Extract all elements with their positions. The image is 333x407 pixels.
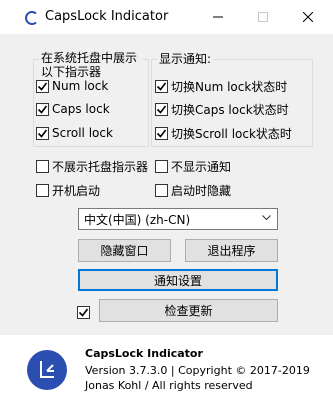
hide-on-start-label: 启动时隐藏 <box>171 183 232 198</box>
num-lock-checkbox[interactable]: Num lock <box>36 77 108 95</box>
minimize-button[interactable] <box>195 0 241 34</box>
exit-program-button[interactable]: 退出程序 <box>185 239 278 262</box>
notify-num-lock-label: 切换Num lock状态时 <box>171 79 288 94</box>
notify-scroll-lock-label: 切换Scroll lock状态时 <box>171 126 292 141</box>
app-logo <box>27 350 67 390</box>
notify-scroll-lock-checkbox[interactable]: 切换Scroll lock状态时 <box>155 124 292 142</box>
tray-group-label: 在系统托盘中展示以下指示器 <box>39 51 143 79</box>
check-updates-button[interactable]: 检查更新 <box>99 299 278 322</box>
title-bar[interactable]: CapsLock Indicator <box>0 0 333 34</box>
check-icon <box>78 308 89 317</box>
close-icon <box>303 12 313 22</box>
hide-tray-indicator-label: 不展示托盘指示器 <box>52 159 149 174</box>
chevron-down-icon <box>262 215 271 221</box>
checkbox[interactable] <box>155 183 168 197</box>
notify-caps-lock-label: 切换Caps lock状态时 <box>171 102 289 117</box>
no-notifications-label: 不显示通知 <box>171 159 232 174</box>
maximize-icon <box>258 12 268 22</box>
start-at-boot-label: 开机启动 <box>52 183 101 198</box>
language-select[interactable]: 中文(中国) (zh-CN) <box>78 208 278 230</box>
caps-lock-checkbox[interactable]: Caps lock <box>36 100 110 118</box>
hide-on-start-checkbox[interactable]: 启动时隐藏 <box>155 181 231 199</box>
minimize-icon <box>213 16 223 18</box>
checkbox[interactable] <box>77 305 90 319</box>
num-lock-label: Num lock <box>52 79 109 93</box>
checkbox[interactable] <box>155 126 168 140</box>
notify-num-lock-checkbox[interactable]: 切换Num lock状态时 <box>155 77 287 95</box>
hide-window-button[interactable]: 隐藏窗口 <box>78 239 171 262</box>
check-icon <box>37 129 48 138</box>
checkbox[interactable] <box>36 126 49 140</box>
check-icon <box>156 82 167 91</box>
close-button[interactable] <box>285 0 331 34</box>
language-selected-value: 中文(中国) (zh-CN) <box>84 212 191 227</box>
no-notifications-checkbox[interactable]: 不显示通知 <box>155 157 231 175</box>
check-icon <box>156 105 167 114</box>
scroll-lock-checkbox[interactable]: Scroll lock <box>36 124 113 142</box>
footer-version: Version 3.7.3.0 | Copyright © 2017-2019 <box>85 364 310 377</box>
footer-app-name: CapsLock Indicator <box>85 347 203 360</box>
notify-caps-lock-checkbox[interactable]: 切换Caps lock状态时 <box>155 100 289 118</box>
update-check-checkbox[interactable] <box>77 303 93 321</box>
notify-group-label: 显示通知: <box>157 52 214 66</box>
maximize-button[interactable] <box>240 0 286 34</box>
start-at-boot-checkbox[interactable]: 开机启动 <box>36 181 100 199</box>
notification-settings-button[interactable]: 通知设置 <box>78 269 278 291</box>
check-icon <box>37 82 48 91</box>
checkbox[interactable] <box>36 159 49 173</box>
check-icon <box>156 129 167 138</box>
check-icon <box>37 105 48 114</box>
app-icon <box>25 11 37 25</box>
checkbox[interactable] <box>36 102 49 116</box>
checkbox[interactable] <box>155 102 168 116</box>
scroll-lock-label: Scroll lock <box>52 126 113 140</box>
caps-lock-label: Caps lock <box>52 102 110 116</box>
hide-tray-indicator-checkbox[interactable]: 不展示托盘指示器 <box>36 157 148 175</box>
about-footer: CapsLock Indicator Version 3.7.3.0 | Cop… <box>0 335 333 407</box>
window-title: CapsLock Indicator <box>45 9 169 24</box>
checkbox[interactable] <box>155 79 168 93</box>
checkbox[interactable] <box>155 159 168 173</box>
caps-lock-logo-icon <box>40 361 54 378</box>
checkbox[interactable] <box>36 79 49 93</box>
checkbox[interactable] <box>36 183 49 197</box>
footer-copyright: Jonas Kohl / All rights reserved <box>85 379 253 392</box>
